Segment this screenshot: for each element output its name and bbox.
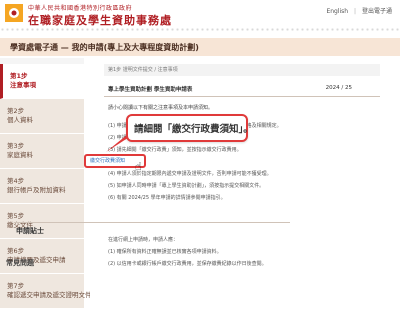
top-links: English | 登出電子通 — [322, 6, 392, 15]
payment-notice-link[interactable]: 繳交行政費須知 — [90, 157, 125, 164]
org-name-large: 在職家庭及學生資助事務處 — [28, 14, 172, 27]
step-name: 家庭資料 — [7, 151, 33, 159]
page-title: 學資處電子通 — 我的申請(專上及大專程度資助計劃) — [10, 43, 199, 52]
list-item: (6) 有關 2024/25 學年申請的詳情請參閱申請指引。 — [108, 195, 226, 201]
step-name: 銀行帳戶及附加資料 — [7, 186, 66, 194]
notice: 請小心閱讀以下有關之注意事項及本申請須知。 — [104, 102, 380, 114]
step-6[interactable]: 第6步 申請摘要及遞交申請 — [0, 239, 84, 274]
tips-title: 申請貼士 — [16, 227, 44, 235]
dotted-divider — [0, 27, 400, 33]
faq-link[interactable]: 常見問題 — [6, 258, 34, 268]
tips-section: 申請貼士 — [14, 222, 290, 235]
breadcrumb-text: 第1步 證明文件提交 / 注意事項 — [108, 67, 178, 73]
step-3[interactable]: 第3步 家庭資料 — [0, 134, 84, 169]
english-link[interactable]: English — [326, 8, 348, 15]
step-name: 個人資料 — [7, 116, 33, 124]
academic-year: 2024 / 25 — [325, 85, 352, 91]
list-item: (5) 如申請人同時申請「專上學生資助計劃」，須按指示提交相關文件。 — [108, 183, 265, 189]
section-header: 專上學生資助計劃 學生資助申請表 2024 / 25 — [104, 82, 380, 97]
instruction-callout: 請細閱「繳交行政費須知」。 — [126, 114, 253, 142]
breadcrumb: 第1步 證明文件提交 / 注意事項 — [104, 64, 380, 76]
page-title-bar: 學資處電子通 — 我的申請(專上及大專程度資助計劃) — [0, 38, 400, 56]
notice-text: 請小心閱讀以下有關之注意事項及本申請須知。 — [108, 105, 214, 111]
emblem-logo-icon — [5, 4, 23, 22]
step-1[interactable]: 第1步 注意事項 — [0, 64, 87, 99]
site-header: 中華人民共和國香港特別行政區政府 在職家庭及學生資助事務處 English | … — [0, 0, 400, 33]
tips-line: 在進行網上申請時，申請人應： — [108, 237, 179, 243]
org-name-small: 中華人民共和國香港特別行政區政府 — [28, 5, 133, 12]
step-7[interactable]: 第7步 確認遞交申請及遞交證明文件 — [0, 274, 92, 309]
logout-link[interactable]: 登出電子通 — [362, 8, 392, 15]
callout-text: 請細閱「繳交行政費須知」。 — [134, 124, 253, 135]
step-2[interactable]: 第2步 個人資料 — [0, 99, 84, 134]
tips-line: (2) 以信用卡或銀行帳戶繳交行政費用，並保存繳費紀錄以作日後查閱。 — [108, 261, 267, 267]
tips-line: (1) 確保所有資料正確無誤並已核實各項申請資料。 — [108, 249, 222, 255]
step-name: 注意事項 — [10, 81, 36, 89]
link-separator: | — [354, 8, 357, 15]
step-name: 確認遞交申請及遞交證明文件 — [7, 291, 92, 299]
section-title: 專上學生資助計劃 學生資助申請表 — [108, 87, 193, 93]
mouse-pointer-icon: ☝ — [135, 160, 142, 173]
list-item: (4) 申請人須於指定期限內遞交申請及證明文件，否則申請可能不獲受理。 — [108, 171, 272, 177]
step-4[interactable]: 第4步 銀行帳戶及附加資料 — [0, 169, 84, 204]
